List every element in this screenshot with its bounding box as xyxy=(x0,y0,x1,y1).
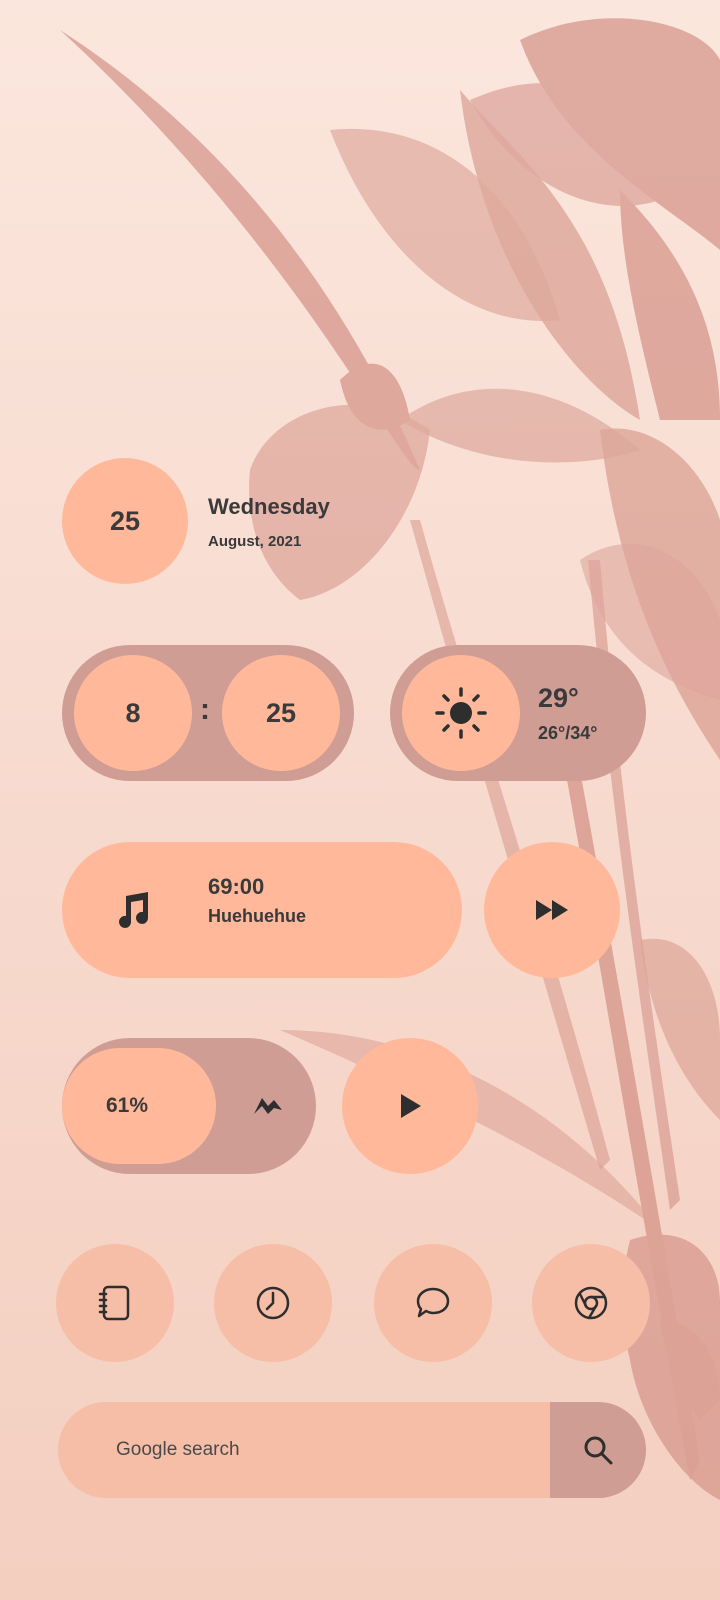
day-number: 25 xyxy=(109,505,141,536)
clock-icon xyxy=(256,1286,290,1320)
weather-icon-circle xyxy=(402,655,520,771)
clock-hour: 8 xyxy=(125,697,141,728)
battery-widget[interactable]: 61% xyxy=(62,1038,316,1174)
weekday-label: Wednesday xyxy=(208,494,330,519)
current-temperature: 29° xyxy=(538,683,579,713)
notebook-app-button[interactable] xyxy=(56,1244,174,1362)
clock-app-button[interactable] xyxy=(214,1244,332,1362)
clock-minute: 25 xyxy=(265,697,297,728)
temperature-range: 26°/34° xyxy=(538,723,598,743)
play-icon xyxy=(401,1094,421,1118)
weather-widget[interactable]: 29° 26°/34° xyxy=(390,645,646,781)
google-search-bar[interactable]: Google search xyxy=(58,1402,646,1498)
charging-bolt-icon xyxy=(254,1098,282,1114)
music-widget[interactable]: 69:00 Huehuehue xyxy=(62,842,462,978)
battery-level-pill: 61% xyxy=(62,1048,216,1164)
next-track-button[interactable] xyxy=(484,842,620,978)
clock-hour-circle: 8 xyxy=(74,655,192,771)
sun-icon xyxy=(435,687,487,739)
messages-app-button[interactable] xyxy=(374,1244,492,1362)
notebook-icon xyxy=(98,1285,130,1321)
music-track-title: Huehuehue xyxy=(208,906,307,926)
chrome-app-button[interactable] xyxy=(532,1244,650,1362)
clock-widget[interactable]: 8 : 25 xyxy=(62,645,354,781)
battery-percent: 61% xyxy=(106,1094,149,1117)
play-button[interactable] xyxy=(342,1038,478,1174)
music-time: 69:00 xyxy=(208,874,265,899)
date-day-circle[interactable]: 25 xyxy=(62,458,188,584)
clock-minute-circle: 25 xyxy=(222,655,340,771)
search-button[interactable] xyxy=(550,1402,646,1498)
chrome-icon xyxy=(574,1286,608,1320)
month-year-label: August, 2021 xyxy=(208,533,302,550)
chat-bubble-icon xyxy=(416,1287,450,1318)
music-note-icon xyxy=(119,892,148,928)
fast-forward-icon xyxy=(536,900,568,920)
search-placeholder: Google search xyxy=(116,1439,240,1460)
clock-separator: : xyxy=(200,693,210,726)
search-icon xyxy=(584,1436,613,1465)
